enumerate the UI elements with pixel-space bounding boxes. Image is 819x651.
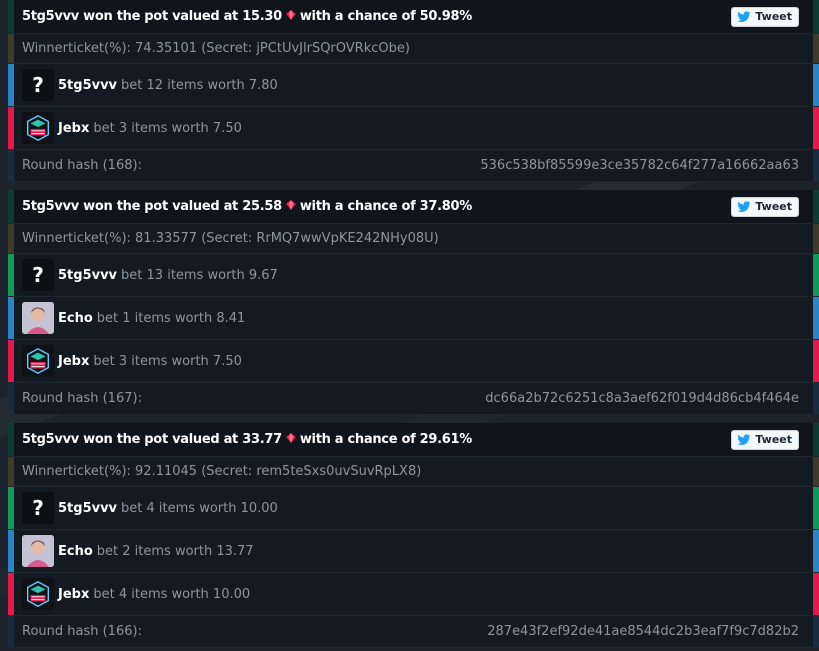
bet-row: ? 5tg5vvv bet 12 items worth 7.80 xyxy=(8,64,819,107)
jebx-logo-icon xyxy=(26,581,50,607)
twitter-bird-icon xyxy=(737,433,751,445)
gem-icon xyxy=(285,433,296,443)
bet-row: ? 5tg5vvv bet 4 items worth 10.00 xyxy=(8,487,819,530)
round-hash-row: Round hash (168): 536c538bf85599e3ce3578… xyxy=(8,150,819,182)
bet-description: bet 3 items worth 7.50 xyxy=(93,353,242,369)
tweet-button[interactable]: Tweet xyxy=(731,429,799,450)
pot-value: 15.30 xyxy=(242,9,282,24)
winner-ticket-row: Winnerticket(%): 81.33577 (Secret: RrMQ7… xyxy=(8,224,819,254)
player-name[interactable]: Echo xyxy=(58,311,93,326)
player-name[interactable]: Jebx xyxy=(58,587,89,602)
chance-label: with a chance of xyxy=(299,199,416,214)
bet-row: Jebx bet 3 items worth 7.50 xyxy=(8,107,819,150)
player-name[interactable]: 5tg5vvv xyxy=(58,268,117,283)
question-avatar[interactable]: ? xyxy=(22,69,54,101)
chance-value: 50.98% xyxy=(419,9,473,24)
round-card-168: 5tg5vvv won the pot valued at 15.30 with … xyxy=(8,0,819,182)
player-name[interactable]: Jebx xyxy=(58,121,89,136)
round-hash-row: Round hash (166): 287e43f2ef92de41ae8544… xyxy=(8,616,819,648)
pot-label: won the pot valued at xyxy=(83,199,238,214)
gem-icon xyxy=(285,10,296,20)
pot-label: won the pot valued at xyxy=(83,9,238,24)
tweet-label: Tweet xyxy=(755,433,792,446)
bet-description: bet 12 items worth 7.80 xyxy=(121,77,278,93)
pot-value: 33.77 xyxy=(242,432,282,447)
jebx-logo-icon xyxy=(26,115,50,141)
winner-ticket-row: Winnerticket(%): 74.35101 (Secret: jPCtU… xyxy=(8,34,819,64)
chance-value: 29.61% xyxy=(419,432,473,447)
pot-value: 25.58 xyxy=(242,199,282,214)
question-avatar[interactable]: ? xyxy=(22,492,54,524)
jebx-avatar[interactable] xyxy=(22,345,54,377)
echo-portrait-icon xyxy=(22,302,54,334)
winner-name: 5tg5vvv xyxy=(22,432,79,447)
round-hash-row: Round hash (167): dc66a2b72c6251c8a3aef6… xyxy=(8,383,819,415)
question-avatar[interactable]: ? xyxy=(22,259,54,291)
round-summary: 5tg5vvv won the pot valued at 25.58 with … xyxy=(22,199,472,214)
round-hash-label: Round hash (168): xyxy=(22,158,142,173)
gem-icon xyxy=(285,200,296,210)
player-name[interactable]: 5tg5vvv xyxy=(58,501,117,516)
bet-description: bet 2 items worth 13.77 xyxy=(96,543,254,559)
tweet-label: Tweet xyxy=(755,10,792,23)
round-hash-label: Round hash (166): xyxy=(22,624,142,639)
winner-ticket-text: Winnerticket(%): 74.35101 (Secret: jPCtU… xyxy=(22,41,410,56)
player-name[interactable]: Echo xyxy=(58,544,93,559)
jebx-logo-icon xyxy=(26,348,50,374)
bet-row: Echo bet 1 items worth 8.41 xyxy=(8,297,819,340)
round-header: 5tg5vvv won the pot valued at 33.77 with … xyxy=(8,423,819,457)
pot-label: won the pot valued at xyxy=(83,432,238,447)
round-summary: 5tg5vvv won the pot valued at 33.77 with … xyxy=(22,432,472,447)
bet-row: Echo bet 2 items worth 13.77 xyxy=(8,530,819,573)
jebx-avatar[interactable] xyxy=(22,578,54,610)
bet-row: ? 5tg5vvv bet 13 items worth 9.67 xyxy=(8,254,819,297)
chance-label: with a chance of xyxy=(299,432,416,447)
winner-ticket-text: Winnerticket(%): 81.33577 (Secret: RrMQ7… xyxy=(22,231,439,246)
jebx-avatar[interactable] xyxy=(22,112,54,144)
chance-label: with a chance of xyxy=(299,9,416,24)
echo-avatar[interactable] xyxy=(22,302,54,334)
round-summary: 5tg5vvv won the pot valued at 15.30 with … xyxy=(22,9,472,24)
round-header: 5tg5vvv won the pot valued at 25.58 with … xyxy=(8,190,819,224)
round-card-167: 5tg5vvv won the pot valued at 25.58 with … xyxy=(8,190,819,415)
bet-description: bet 4 items worth 10.00 xyxy=(93,586,251,602)
bet-description: bet 1 items worth 8.41 xyxy=(96,310,246,326)
winner-ticket-text: Winnerticket(%): 92.11045 (Secret: rem5t… xyxy=(22,464,422,479)
bet-description: bet 3 items worth 7.50 xyxy=(93,120,242,136)
bet-description: bet 13 items worth 9.67 xyxy=(121,267,278,283)
round-hash-value: 287e43f2ef92de41ae8544dc2b3eaf7f9c7d82b2 xyxy=(487,624,799,639)
player-name[interactable]: Jebx xyxy=(58,354,89,369)
round-card-166: 5tg5vvv won the pot valued at 33.77 with … xyxy=(8,423,819,648)
round-hash-value: dc66a2b72c6251c8a3aef62f019d4d86cb4f464e xyxy=(485,391,799,406)
bet-row: Jebx bet 3 items worth 7.50 xyxy=(8,340,819,383)
twitter-bird-icon xyxy=(737,10,751,22)
player-name[interactable]: 5tg5vvv xyxy=(58,78,117,93)
bet-description: bet 4 items worth 10.00 xyxy=(121,500,278,516)
chance-value: 37.80% xyxy=(419,199,473,214)
round-header: 5tg5vvv won the pot valued at 15.30 with … xyxy=(8,0,819,34)
bet-row: Jebx bet 4 items worth 10.00 xyxy=(8,573,819,616)
echo-portrait-icon xyxy=(22,535,54,567)
round-hash-value: 536c538bf85599e3ce35782c64f277a16662aa63 xyxy=(480,158,799,173)
tweet-button[interactable]: Tweet xyxy=(731,6,799,27)
twitter-bird-icon xyxy=(737,200,751,212)
tweet-button[interactable]: Tweet xyxy=(731,196,799,217)
echo-avatar[interactable] xyxy=(22,535,54,567)
winner-name: 5tg5vvv xyxy=(22,9,79,24)
tweet-label: Tweet xyxy=(755,200,792,213)
winner-name: 5tg5vvv xyxy=(22,199,79,214)
round-hash-label: Round hash (167): xyxy=(22,391,142,406)
winner-ticket-row: Winnerticket(%): 92.11045 (Secret: rem5t… xyxy=(8,457,819,487)
